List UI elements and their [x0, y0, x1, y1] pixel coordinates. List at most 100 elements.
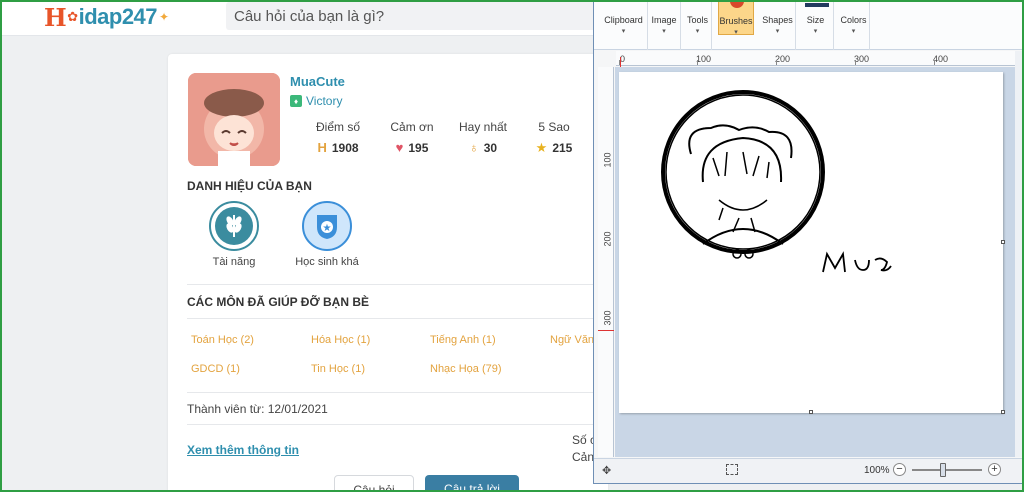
ribbon-colors[interactable]: Colors ▾ [838, 1, 870, 50]
heart-icon: ♥ [395, 140, 404, 155]
subject-literature[interactable]: Ngữ Văn [550, 334, 594, 346]
logo-h-mark: H [44, 2, 67, 32]
h-points-icon: H [317, 140, 327, 155]
subject-chemistry[interactable]: Hóa Học (1) [311, 334, 370, 346]
badge-label: Học sinh khá [295, 256, 359, 268]
paint-statusbar: ✥ 100% − + [594, 458, 1023, 483]
chevron-down-icon: ▾ [621, 28, 626, 35]
member-since: Thành viên từ: 12/01/2021 [187, 402, 328, 416]
stat-value-row: ♥ 195 [382, 140, 442, 155]
site-logo[interactable]: H ✿ idap247 ✦ [44, 2, 169, 32]
ribbon-label: Tools [686, 15, 708, 25]
subjects-heading: CÁC MÔN ĐÃ GIÚP ĐỠ BẠN BÈ [187, 295, 370, 309]
search-input[interactable] [234, 6, 564, 26]
stat-value: 195 [408, 140, 429, 155]
ribbon-label: Size [806, 15, 825, 25]
ribbon-label: Clipboard [604, 15, 643, 25]
rank-icon: ♦ [290, 95, 302, 107]
vertical-scrollbar[interactable] [1015, 51, 1023, 457]
ruler-label: 200 [775, 54, 791, 64]
paint-window: Clipboard ▾ Image ▾ Tools ▾ Brushes ▾ Sh… [593, 0, 1024, 484]
ribbon-brushes[interactable]: Brushes ▾ [718, 0, 754, 36]
stat-label: 5 Sao [538, 120, 570, 134]
zoom-in-button[interactable]: + [988, 463, 1001, 476]
more-info-link[interactable]: Xem thêm thông tin [187, 443, 299, 457]
stat-label: Hay nhất [458, 120, 508, 134]
ribbon-image[interactable]: Image ▾ [648, 1, 681, 50]
ruler-label: 400 [933, 54, 949, 64]
rank-text: Victory [306, 94, 343, 108]
vertical-ruler: 100 200 300 [598, 67, 614, 457]
stat-label: Cảm ơn [390, 120, 434, 134]
ribbon-shapes[interactable]: Shapes ▾ [760, 1, 796, 50]
titles-heading: DANH HIỆU CỦA BẠN [187, 179, 312, 193]
stat-value-row: ★ 215 [524, 140, 584, 156]
horizontal-ruler: 0 100 200 300 400 [616, 51, 1022, 66]
resize-handle[interactable] [1001, 410, 1005, 414]
username[interactable]: MuaCute [290, 74, 345, 89]
logo-text: idap247 [78, 4, 158, 29]
zoom-slider-track[interactable] [912, 469, 982, 471]
stat-value: 215 [552, 141, 573, 155]
divider [187, 392, 607, 393]
star-icon: ★ [535, 140, 548, 155]
paint-ribbon: Clipboard ▾ Image ▾ Tools ▾ Brushes ▾ Sh… [594, 0, 1023, 50]
paint-canvas[interactable] [619, 72, 1005, 414]
stat-five-star: 5 Sao ★ 215 [524, 120, 584, 156]
stat-label: Điểm số [315, 120, 360, 134]
stat-value: 1908 [331, 140, 359, 155]
stat-points: Điểm số H 1908 [308, 120, 368, 155]
chevron-down-icon: ▾ [775, 28, 780, 35]
profile-card: MuaCute ♦ Victory Điểm số H 1908 Cảm ơn … [168, 54, 608, 492]
logo-sparkle-icon: ✦ [159, 10, 169, 24]
avatar[interactable] [188, 73, 280, 166]
ruler-tick [934, 60, 935, 65]
subject-civics[interactable]: GDCD (1) [191, 363, 240, 375]
ruler-cursor-marker [620, 57, 621, 67]
ribbon-tools[interactable]: Tools ▾ [684, 1, 712, 50]
zoom-slider-thumb[interactable] [940, 463, 946, 477]
resize-handle[interactable] [1001, 240, 1005, 244]
subject-english[interactable]: Tiếng Anh (1) [430, 334, 496, 346]
ribbon-clipboard[interactable]: Clipboard ▾ [600, 1, 648, 50]
cursor-position-icon: ✥ [602, 465, 612, 477]
side-text-thanks: Cản [572, 450, 595, 464]
badge-good-student[interactable]: ★ Học sinh khá [292, 201, 362, 268]
stat-value-row: ♁ 30 [453, 140, 513, 155]
subject-music-art[interactable]: Nhạc Họa (79) [430, 363, 502, 375]
avatar-image [188, 73, 280, 166]
stat-value-row: H 1908 [308, 140, 368, 155]
ruler-tick [855, 60, 856, 65]
resize-handle[interactable] [809, 410, 813, 414]
subject-math[interactable]: Toán Học (2) [191, 334, 254, 346]
stat-thanks: Cảm ơn ♥ 195 [382, 120, 442, 155]
stat-best: Hay nhất ♁ 30 [453, 120, 513, 155]
logo-flower-icon: ✿ [67, 9, 78, 24]
subject-informatics[interactable]: Tin Học (1) [311, 363, 365, 375]
ribbon-label: Colors [840, 15, 867, 25]
chevron-down-icon: ▾ [813, 28, 818, 35]
tab-questions[interactable]: Câu hỏi [334, 475, 414, 492]
ruler-label: 100 [602, 152, 613, 168]
divider [187, 318, 607, 319]
svg-text:★: ★ [323, 223, 332, 234]
shield-star-badge-icon: ★ [302, 201, 352, 251]
wheat-badge-icon [209, 201, 259, 251]
badge-talent[interactable]: Tài năng [204, 201, 264, 268]
ruler-label: 100 [696, 54, 712, 64]
tab-answers[interactable]: Câu trả lời [425, 475, 519, 492]
ruler-label: 200 [602, 231, 613, 247]
ribbon-label: Brushes [719, 16, 753, 26]
size-line-icon [805, 3, 829, 7]
ruler-tick [697, 60, 698, 65]
zoom-out-button[interactable]: − [893, 463, 906, 476]
zoom-level: 100% [864, 465, 890, 476]
ribbon-size[interactable]: Size ▾ [798, 1, 834, 50]
canvas-drawing [661, 90, 892, 273]
divider [187, 284, 607, 285]
ruler-cursor-marker [598, 330, 614, 331]
badge-label: Tài năng [212, 256, 256, 268]
ruler-label: 300 [854, 54, 870, 64]
brush-icon [730, 0, 744, 8]
stat-value: 30 [483, 140, 498, 155]
